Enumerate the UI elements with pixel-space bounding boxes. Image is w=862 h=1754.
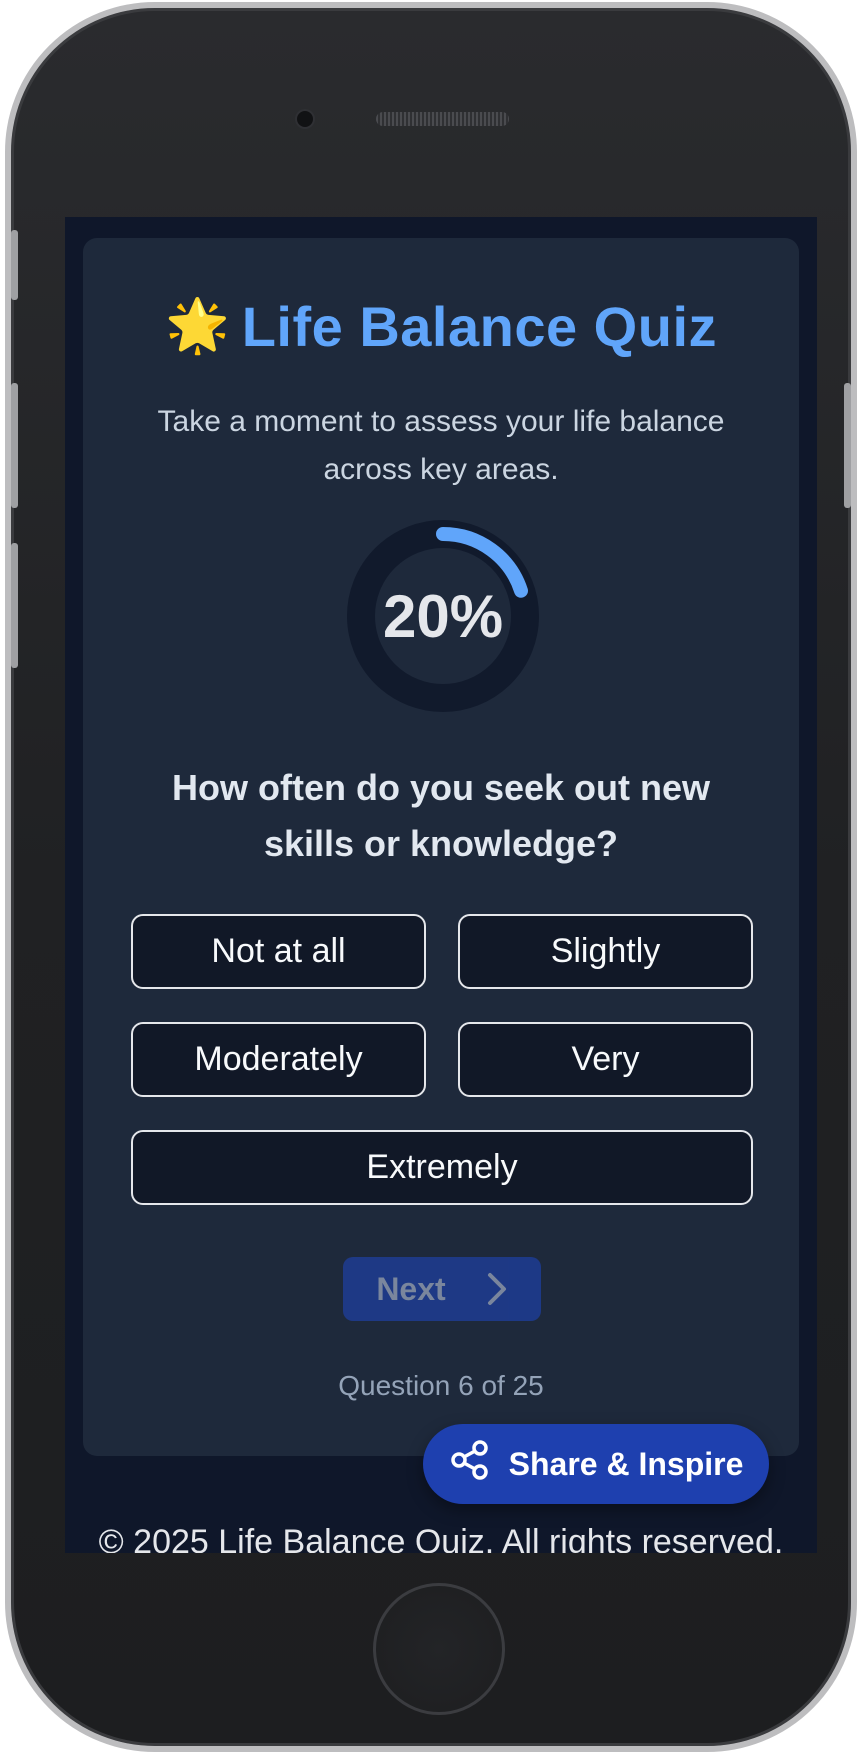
subtitle: Take a moment to assess your life balanc… [157, 405, 725, 486]
option-very[interactable]: Very [458, 1022, 753, 1097]
option-extremely[interactable]: Extremely [131, 1130, 753, 1205]
chevron-right-icon [486, 1272, 508, 1306]
share-button-label: Share & Inspire [508, 1445, 744, 1482]
front-camera [297, 111, 313, 127]
question-counter: Question 6 of 25 [338, 1370, 544, 1401]
page-title: 🌟 Life Balance Quiz [83, 286, 799, 366]
progress-percent: 20% [382, 582, 504, 650]
share-icon [449, 1439, 491, 1489]
volume-down-button [11, 543, 18, 668]
star-icon: 🌟 [164, 297, 230, 355]
question-text: How often do you seek out new skills or … [171, 767, 711, 864]
phone-frame: 🌟 Life Balance Quiz Take a moment to ass… [5, 2, 857, 1752]
footer-copyright: © 2025 Life Balance Quiz. All rights res… [98, 1523, 784, 1553]
volume-up-button [11, 383, 18, 508]
home-button[interactable] [373, 1583, 505, 1715]
mute-switch [11, 230, 18, 300]
screen: 🌟 Life Balance Quiz Take a moment to ass… [65, 217, 817, 1553]
next-button-label: Next [376, 1270, 446, 1307]
power-button [844, 383, 851, 508]
next-button[interactable]: Next [343, 1257, 541, 1321]
share-button[interactable]: Share & Inspire [423, 1424, 769, 1504]
option-moderately[interactable]: Moderately [131, 1022, 426, 1097]
earpiece-speaker [376, 112, 509, 126]
option-slightly[interactable]: Slightly [458, 914, 753, 989]
quiz-card: 🌟 Life Balance Quiz Take a moment to ass… [83, 238, 799, 1456]
title-text: Life Balance Quiz [241, 294, 718, 358]
progress-ring: 20% [345, 518, 541, 714]
option-not-at-all[interactable]: Not at all [131, 914, 426, 989]
